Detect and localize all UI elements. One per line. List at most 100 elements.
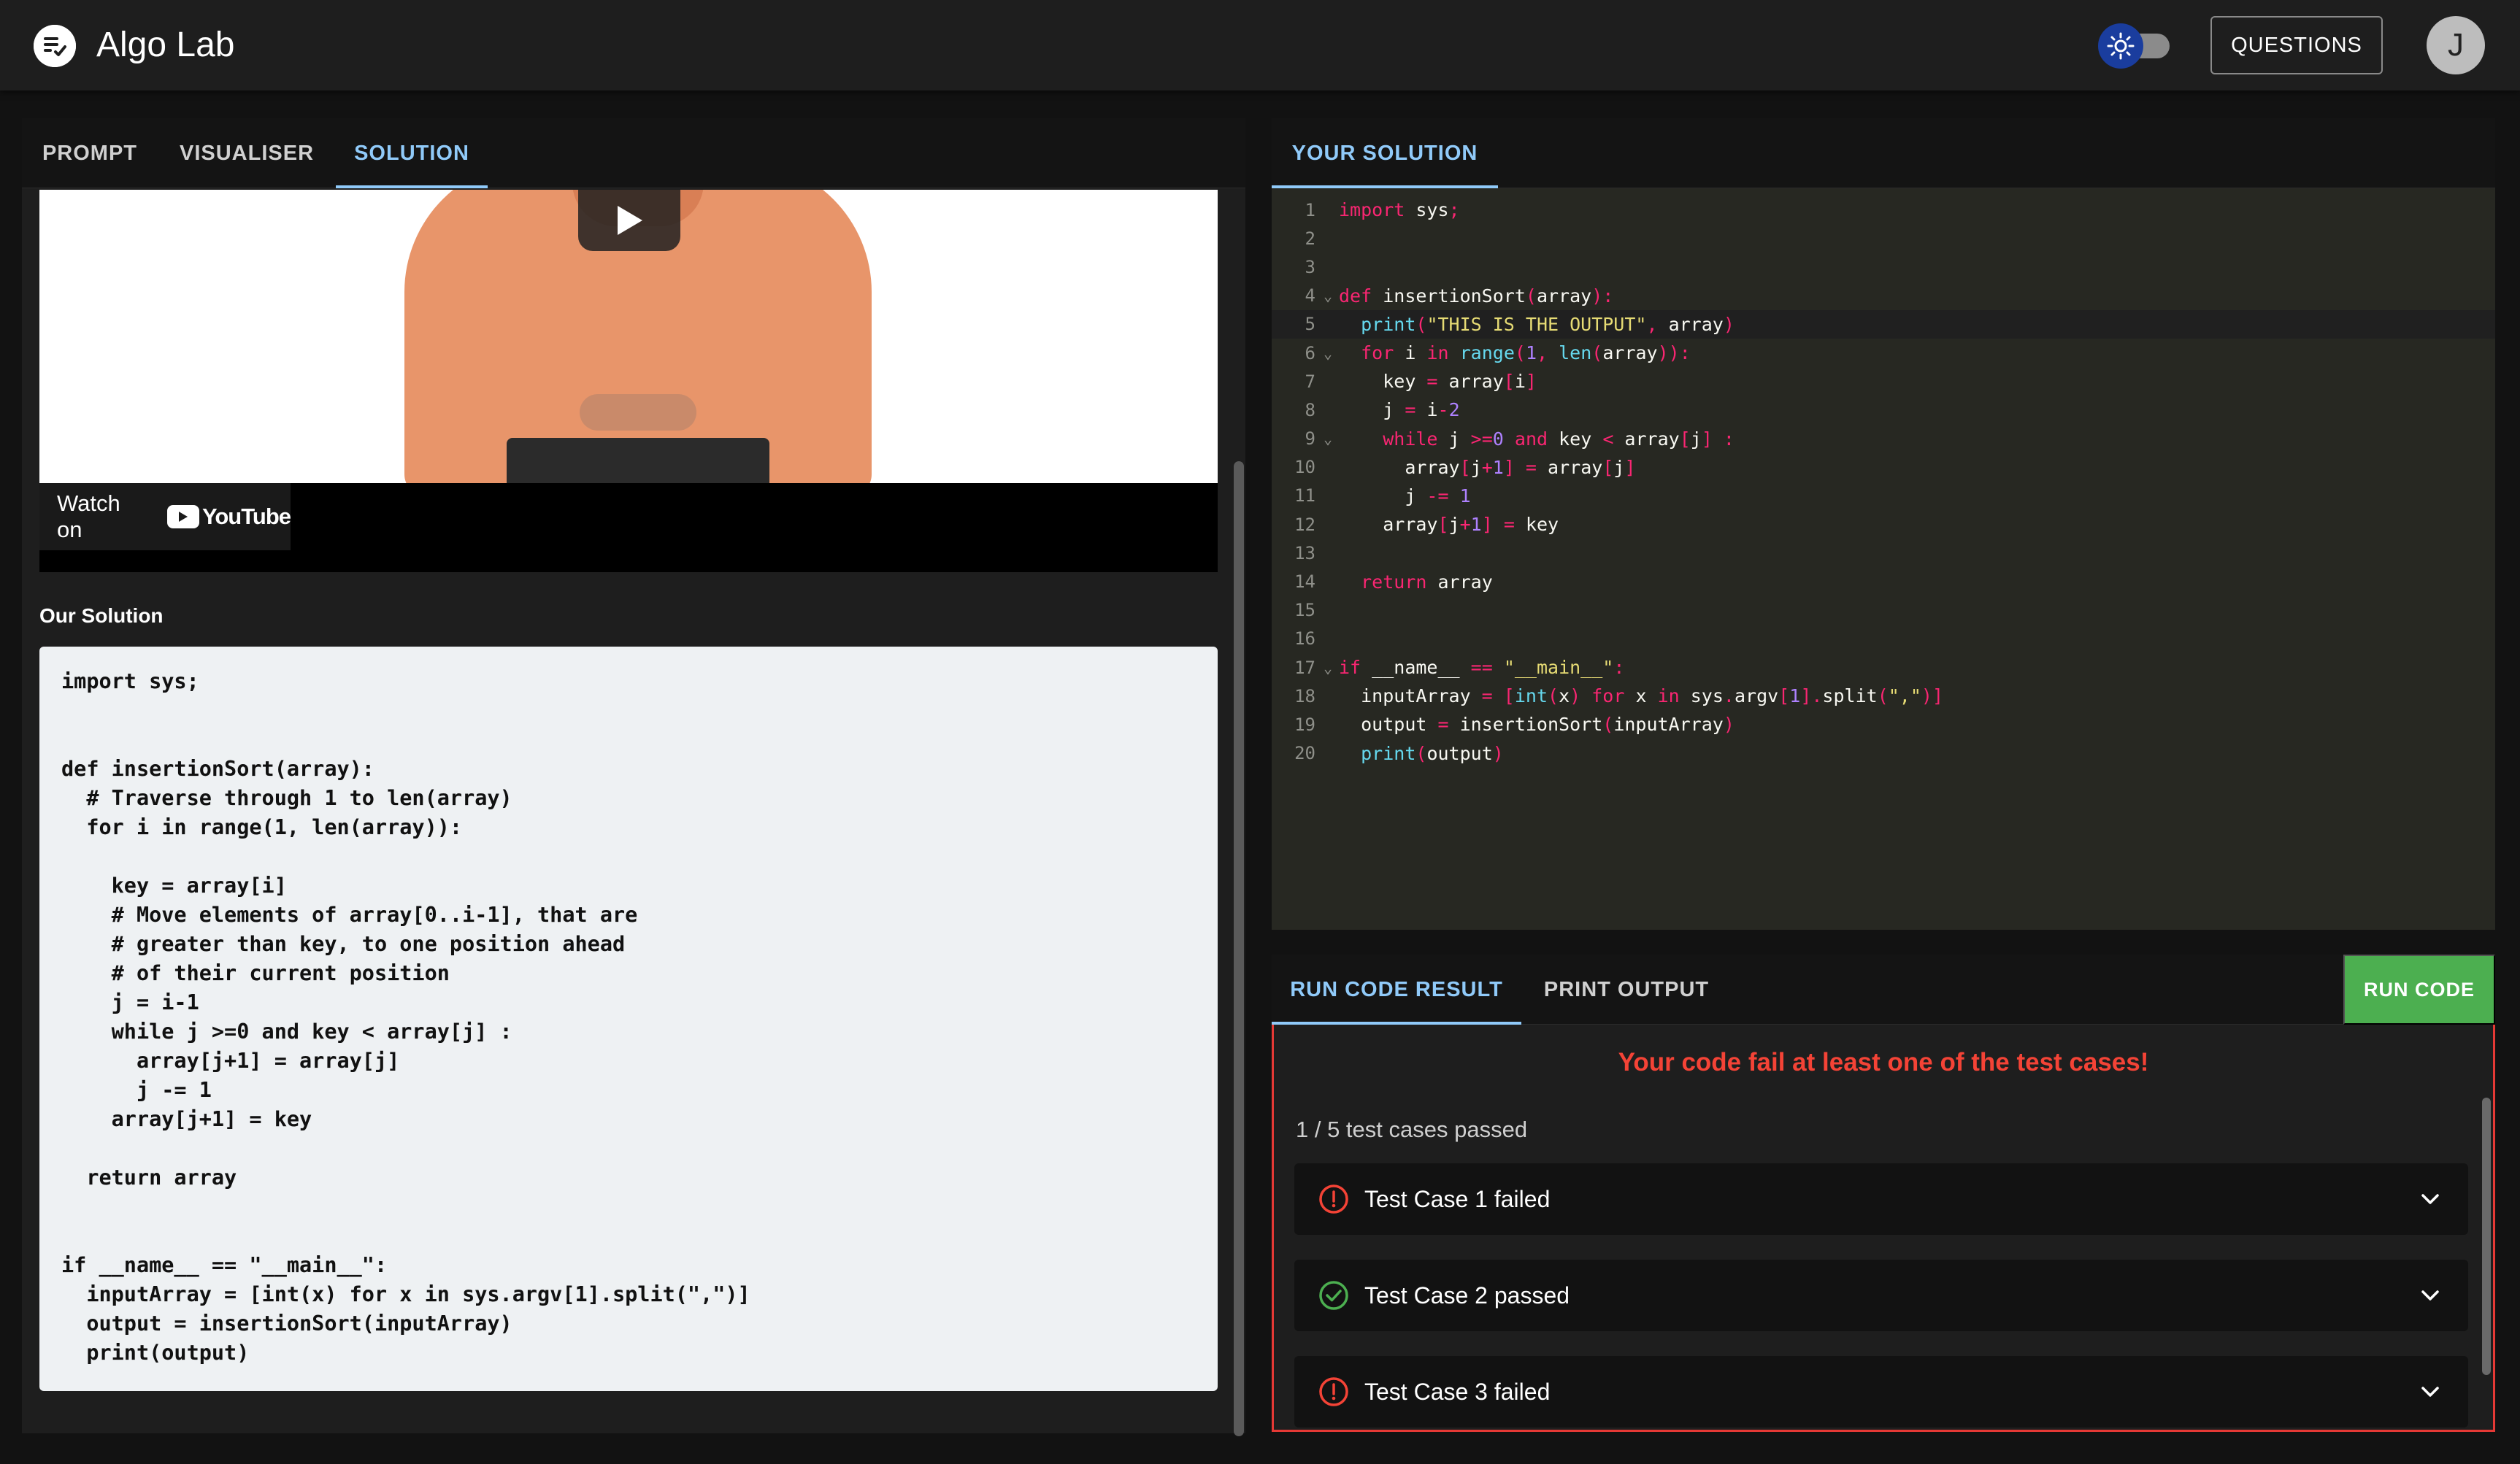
code-line[interactable]: 2 bbox=[1272, 224, 2495, 253]
code-line[interactable]: 6 ⌄ for i in range(1, len(array)): bbox=[1272, 339, 2495, 367]
code-line-text: output = insertionSort(inputArray) bbox=[1361, 714, 1735, 736]
watch-on-youtube-link[interactable]: Watch on YouTube bbox=[39, 483, 291, 550]
line-number: 8 bbox=[1305, 399, 1315, 420]
editor-tabbar: YOUR SOLUTION bbox=[1272, 118, 2495, 188]
code-line[interactable]: 8 j = i-2 bbox=[1272, 396, 2495, 424]
code-line-text: while j >=0 and key < array[j] : bbox=[1383, 428, 1735, 450]
logo-icon[interactable] bbox=[34, 25, 76, 67]
youtube-play-icon bbox=[167, 505, 199, 528]
code-line[interactable]: 19 output = insertionSort(inputArray) bbox=[1272, 710, 2495, 739]
code-line[interactable]: 15 bbox=[1272, 596, 2495, 625]
code-line-text: for i in range(1, len(array)): bbox=[1361, 342, 1691, 364]
line-number: 2 bbox=[1305, 228, 1315, 249]
solution-code-text: import sys; def insertionSort(array): # … bbox=[61, 669, 750, 1365]
fold-chevron-icon[interactable]: ⌄ bbox=[1320, 430, 1336, 447]
code-line[interactable]: 9 ⌄ while j >=0 and key < array[j] : bbox=[1272, 425, 2495, 453]
test-case-item[interactable]: Test Case 3 failed bbox=[1294, 1356, 2468, 1428]
code-line[interactable]: 14 return array bbox=[1272, 567, 2495, 596]
tab-indicator bbox=[336, 185, 488, 188]
code-line-text: def insertionSort(array): bbox=[1339, 285, 1614, 307]
line-number: 12 bbox=[1294, 514, 1315, 535]
code-line[interactable]: 12 array[j+1] = key bbox=[1272, 510, 2495, 539]
left-tabbar: PROMPT VISUALISER SOLUTION bbox=[22, 118, 1245, 188]
app-title[interactable]: Algo Lab bbox=[96, 22, 235, 69]
code-editor[interactable]: 1 import sys; 2 3 4 ⌄ def insertionSort(array)… bbox=[1272, 188, 2495, 930]
test-case-item[interactable]: Test Case 2 passed bbox=[1294, 1260, 2468, 1331]
solution-code-block: import sys; def insertionSort(array): # … bbox=[39, 647, 1218, 1391]
sun-icon bbox=[2098, 23, 2143, 69]
left-scrollbar[interactable] bbox=[1234, 461, 1244, 1436]
code-line-text: array[j+1] = key bbox=[1383, 514, 1559, 536]
test-case-label: Test Case 3 failed bbox=[1364, 1378, 1551, 1405]
code-line[interactable]: 18 inputArray = [int(x) for x in sys.arg… bbox=[1272, 682, 2495, 710]
line-number: 3 bbox=[1305, 256, 1315, 277]
code-line-text: print(output) bbox=[1361, 742, 1504, 764]
video-thumbnail-laptop bbox=[507, 438, 769, 483]
error-icon bbox=[1319, 1377, 1348, 1406]
code-line[interactable]: 17 ⌄ if __name__ == "__main__": bbox=[1272, 653, 2495, 682]
avatar[interactable]: J bbox=[2427, 16, 2485, 74]
line-number: 14 bbox=[1294, 571, 1315, 593]
code-line[interactable]: 16 bbox=[1272, 625, 2495, 653]
code-line[interactable]: 13 bbox=[1272, 539, 2495, 567]
code-line-text: import sys; bbox=[1339, 199, 1460, 221]
theme-toggle[interactable] bbox=[2098, 20, 2175, 72]
questions-button[interactable]: QUESTIONS bbox=[2210, 16, 2383, 74]
editor-panel: YOUR SOLUTION 1 import sys; 2 3 4 ⌄ def insert… bbox=[1272, 118, 2495, 930]
line-number: 11 bbox=[1294, 485, 1315, 506]
line-number: 7 bbox=[1305, 371, 1315, 392]
error-icon bbox=[1319, 1184, 1348, 1214]
run-code-button[interactable]: RUN CODE bbox=[2343, 955, 2495, 1025]
left-content: Watch on YouTube Our Solution import sys… bbox=[39, 190, 1219, 1430]
code-line[interactable]: 1 import sys; bbox=[1272, 196, 2495, 224]
tab-your-solution[interactable]: YOUR SOLUTION bbox=[1272, 118, 1498, 188]
code-line-text: print("THIS IS THE OUTPUT", array) bbox=[1361, 313, 1735, 335]
code-line[interactable]: 7 key = array[i] bbox=[1272, 367, 2495, 396]
result-box: Your code fail at least one of the test … bbox=[1272, 1025, 2495, 1432]
code-line-text: if __name__ == "__main__": bbox=[1339, 657, 1625, 679]
line-number: 1 bbox=[1305, 199, 1315, 220]
line-number: 20 bbox=[1294, 743, 1315, 764]
code-line[interactable]: 20 print(output) bbox=[1272, 739, 2495, 768]
video-frame[interactable] bbox=[39, 190, 1218, 483]
line-number: 15 bbox=[1294, 600, 1315, 621]
results-scrollbar[interactable] bbox=[2482, 1098, 2491, 1375]
line-number: 13 bbox=[1294, 542, 1315, 563]
results-panel: RUN CODE RESULT PRINT OUTPUT RUN CODE Yo… bbox=[1272, 955, 2495, 1432]
tab-print-output[interactable]: PRINT OUTPUT bbox=[1521, 955, 1732, 1025]
line-number: 10 bbox=[1294, 457, 1315, 478]
code-line[interactable]: 11 j -= 1 bbox=[1272, 482, 2495, 510]
line-number: 9 bbox=[1305, 428, 1315, 450]
line-number: 16 bbox=[1294, 628, 1315, 650]
code-line[interactable]: 3 bbox=[1272, 253, 2495, 281]
tab-visualiser[interactable]: VISUALISER bbox=[158, 118, 336, 188]
chevron-down-icon[interactable] bbox=[2416, 1281, 2445, 1310]
line-number: 4 bbox=[1305, 285, 1315, 307]
code-line[interactable]: 5 print("THIS IS THE OUTPUT", array) bbox=[1272, 309, 2495, 339]
fold-chevron-icon[interactable]: ⌄ bbox=[1320, 344, 1336, 362]
video-thumbnail-hands bbox=[580, 394, 696, 431]
line-number: 18 bbox=[1294, 685, 1315, 706]
code-line[interactable]: 4 ⌄ def insertionSort(array): bbox=[1272, 282, 2495, 310]
fail-message: Your code fail at least one of the test … bbox=[1618, 1048, 2149, 1076]
fold-chevron-icon[interactable]: ⌄ bbox=[1320, 287, 1336, 304]
watch-on-label: Watch on bbox=[57, 490, 120, 542]
video-player[interactable]: Watch on YouTube bbox=[39, 190, 1218, 572]
our-solution-heading: Our Solution bbox=[39, 604, 164, 627]
tab-run-code-result[interactable]: RUN CODE RESULT bbox=[1272, 955, 1521, 1025]
app-header: Algo Lab QUESTIONS J bbox=[0, 0, 2520, 90]
tab-prompt[interactable]: PROMPT bbox=[22, 118, 158, 188]
test-case-item[interactable]: Test Case 1 failed bbox=[1294, 1163, 2468, 1235]
results-tabbar: RUN CODE RESULT PRINT OUTPUT RUN CODE bbox=[1272, 955, 2495, 1025]
code-line-text: return array bbox=[1361, 571, 1493, 593]
play-button[interactable] bbox=[578, 190, 680, 251]
test-case-label: Test Case 2 passed bbox=[1364, 1282, 1570, 1309]
chevron-down-icon[interactable] bbox=[2416, 1377, 2445, 1406]
fold-chevron-icon[interactable]: ⌄ bbox=[1320, 659, 1336, 677]
chevron-down-icon[interactable] bbox=[2416, 1184, 2445, 1214]
tab-solution[interactable]: SOLUTION bbox=[336, 118, 488, 188]
code-line[interactable]: 10 array[j+1] = array[j] bbox=[1272, 453, 2495, 482]
play-icon bbox=[618, 206, 642, 235]
check-circle-icon bbox=[1319, 1281, 1348, 1310]
pass-summary: 1 / 5 test cases passed bbox=[1296, 1117, 1528, 1142]
